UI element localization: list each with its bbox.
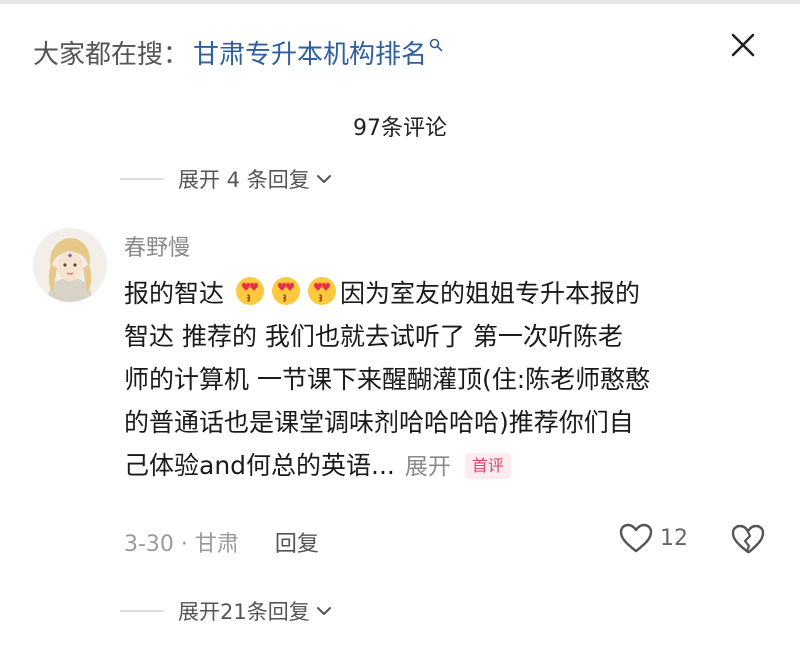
expand-replies-button[interactable]: 展开21条回复 [120, 596, 332, 626]
top-divider [0, 0, 800, 4]
heart-icon [619, 523, 653, 553]
chevron-down-icon [316, 607, 331, 615]
heart-eyes-kiss-emoji-icon [307, 277, 336, 305]
heart-eyes-kiss-emoji-icon [271, 277, 300, 305]
like-button[interactable]: 12 [618, 522, 688, 554]
search-query-link[interactable]: 甘肃专升本机构排名 [193, 34, 427, 71]
chevron-down-icon [316, 175, 331, 183]
expand-replies-button[interactable]: 展开 4 条回复 [120, 164, 332, 194]
comment-username[interactable]: 春野慢 [124, 230, 190, 262]
broken-heart-icon[interactable] [730, 522, 766, 556]
comment-meta: 3-30 · 甘肃 回复 [124, 526, 319, 558]
search-prefix: 大家都在搜： [33, 39, 190, 70]
comment-line: 报的智达 因为室友的姐姐专升本报的 [124, 272, 760, 315]
like-count: 12 [660, 525, 688, 551]
heart-eyes-kiss-emoji-icon [235, 277, 264, 305]
search-suggestion[interactable]: 大家都在搜： 甘肃专升本机构排名 [33, 30, 443, 74]
comment-line: 己体验and何总的英语... 展开 首评 [124, 444, 760, 489]
comment-text: 报的智达 因为室友的姐姐专升本报的 智达 推荐的 我们也就去试听了 第一次听陈老… [124, 272, 760, 489]
comment-line: 智达 推荐的 我们也就去试听了 第一次听陈老 [124, 322, 623, 351]
search-icon[interactable] [429, 38, 443, 52]
comment-line: 师的计算机 一节课下来醒醐灌顶(住:陈老师憨憨 [124, 365, 651, 394]
reply-button[interactable]: 回复 [275, 526, 319, 558]
comment-line: 的普通话也是课堂调味剂哈哈哈哈)推荐你们自 [124, 408, 634, 437]
comment-date-location: 3-30 · 甘肃 [124, 532, 239, 557]
close-icon[interactable] [726, 28, 760, 62]
divider-dash [120, 610, 164, 612]
avatar[interactable] [33, 228, 107, 302]
comment-count-title: 97条评论 [353, 116, 447, 141]
expand-replies-label: 展开21条回复 [178, 600, 310, 624]
expand-text-button[interactable]: 展开 [405, 454, 451, 480]
divider-dash [120, 178, 164, 180]
first-comment-badge: 首评 [464, 453, 511, 479]
expand-replies-label: 展开 4 条回复 [178, 168, 310, 192]
